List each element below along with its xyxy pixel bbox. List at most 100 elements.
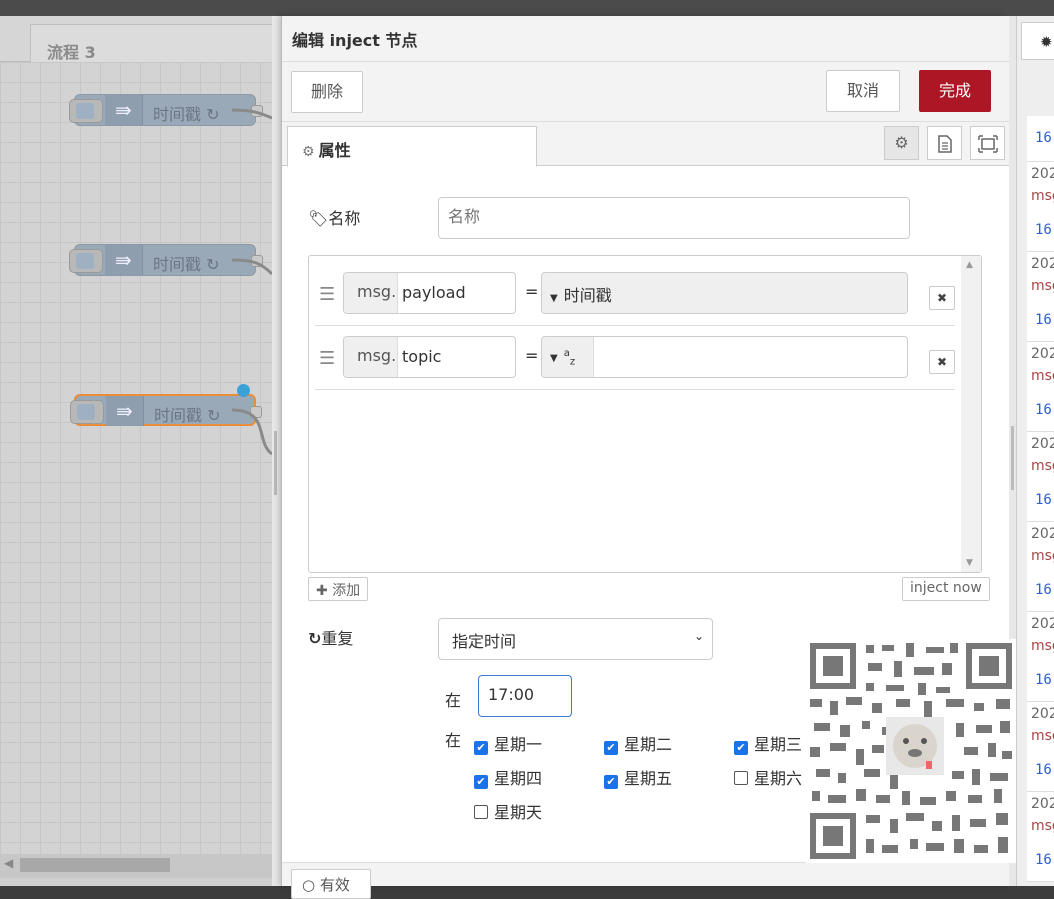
property-key: topic (402, 347, 442, 366)
settings-tab-icon[interactable]: ⚙ (884, 126, 919, 160)
property-row-payload: ☰ msg. payload = ▼ 时间戳 ✖ (315, 262, 955, 326)
debug-value: 16 (1035, 762, 1052, 778)
debug-date: 202 (1031, 706, 1054, 722)
checkbox[interactable] (734, 771, 748, 785)
debug-topic: msg (1031, 638, 1054, 654)
debug-topic: msg (1031, 368, 1054, 384)
remove-property-button[interactable]: ✖ (929, 350, 955, 374)
debug-value: 16 (1035, 492, 1052, 508)
tab-properties-label: 属性 (318, 141, 351, 160)
debug-message[interactable]: 16 (1027, 116, 1054, 162)
debug-message[interactable]: 202 msg 16 (1027, 792, 1054, 882)
checkbox[interactable] (474, 805, 488, 819)
debug-date: 202 (1031, 346, 1054, 362)
msg-prefix: msg. (344, 273, 398, 313)
editor-title: 编辑 inject 节点 (282, 16, 1010, 62)
property-value-field[interactable]: ▼ 时间戳 (541, 272, 908, 314)
checkbox[interactable]: ✔ (474, 741, 488, 755)
debug-sidebar: ✹ 16 202 msg 16 202 msg 16 202 msg 16 20… (1016, 16, 1054, 886)
enabled-label: 有效 (319, 876, 350, 894)
drag-handle-icon[interactable]: ☰ (319, 284, 335, 305)
scroll-left-icon[interactable]: ◀ (4, 856, 13, 870)
debug-date: 202 (1031, 166, 1054, 182)
repeat-row-label: ↻重复 (308, 625, 353, 649)
checkbox[interactable]: ✔ (734, 741, 748, 755)
chevron-down-icon: ⌄ (693, 629, 704, 643)
refresh-icon: ↻ (308, 629, 322, 648)
day-wednesday[interactable]: ✔ 星期三 (734, 731, 802, 755)
add-property-button[interactable]: ✚ 添加 (308, 577, 369, 601)
debug-topic: msg (1031, 188, 1054, 204)
scroll-thumb[interactable] (20, 858, 170, 872)
day-thursday[interactable]: ✔ 星期四 (474, 765, 542, 789)
property-key-field[interactable]: msg. topic (343, 336, 516, 378)
property-key: payload (402, 283, 466, 302)
qr-code-icon (806, 639, 1016, 863)
panel-resize-handle[interactable] (272, 16, 281, 886)
day-monday[interactable]: ✔ 星期一 (474, 731, 542, 755)
flow-tab[interactable]: 流程 3 (30, 24, 272, 62)
debug-date: 202 (1031, 616, 1054, 632)
debug-message[interactable]: 202 msg 16 (1027, 612, 1054, 702)
add-label: 添加 (332, 583, 361, 599)
gear-icon: ⚙ (302, 144, 315, 160)
day-saturday[interactable]: 星期六 (734, 765, 802, 789)
scroll-down-icon[interactable]: ▼ (966, 558, 973, 568)
checkbox[interactable]: ✔ (474, 775, 488, 789)
debug-value: 16 (1035, 582, 1052, 598)
equals-sign: = (525, 282, 539, 301)
debug-date: 202 (1031, 796, 1054, 812)
properties-scrollbar[interactable]: ▲ ▼ (961, 256, 981, 572)
horizontal-scrollbar[interactable]: ◀ (0, 854, 272, 878)
sidebar-tab[interactable]: ✹ (1021, 22, 1054, 60)
debug-message[interactable]: 202 msg 16 (1027, 252, 1054, 342)
day-label: 星期五 (624, 769, 673, 788)
day-friday[interactable]: ✔ 星期五 (604, 765, 672, 789)
debug-message[interactable]: 202 msg 16 (1027, 702, 1054, 792)
at-label: 在 (445, 691, 462, 710)
debug-message[interactable]: 202 msg 16 (1027, 432, 1054, 522)
debug-message[interactable]: 202 msg 16 (1027, 342, 1054, 432)
remove-property-button[interactable]: ✖ (929, 286, 955, 310)
name-input[interactable] (438, 197, 910, 239)
scroll-up-icon[interactable]: ▲ (966, 260, 973, 270)
type-select[interactable]: ▼ az (542, 337, 594, 377)
property-value-field[interactable]: ▼ az (541, 336, 908, 378)
debug-topic: msg (1031, 548, 1054, 564)
type-select[interactable]: ▼ 时间戳 (542, 273, 907, 313)
editor-tabs: ⚙ 属性 ⚙ (282, 122, 1010, 167)
done-button[interactable]: 完成 (919, 70, 991, 112)
debug-message[interactable]: 202 msg 16 (1027, 162, 1054, 252)
delete-button[interactable]: 删除 (291, 71, 363, 113)
drag-handle-icon[interactable]: ☰ (319, 348, 335, 369)
tab-properties[interactable]: ⚙ 属性 (287, 126, 537, 167)
flow-canvas[interactable]: ⇛ 时间戳 ↻ ⇛ 时间戳 ↻ ⇛ 时间戳 ↻ (0, 62, 272, 854)
repeat-value: 指定时间 (452, 632, 517, 651)
caret-down-icon: ▼ (550, 353, 558, 364)
property-key-field[interactable]: msg. payload (343, 272, 516, 314)
enabled-toggle-button[interactable]: ○ 有效 (291, 869, 371, 899)
day-tuesday[interactable]: ✔ 星期二 (604, 731, 672, 755)
debug-topic: msg (1031, 728, 1054, 744)
cancel-button[interactable]: 取消 (826, 70, 900, 112)
debug-topic: msg (1031, 278, 1054, 294)
repeat-select[interactable]: 指定时间 ⌄ (438, 618, 713, 660)
properties-list: ▲ ▼ ☰ msg. payload = ▼ 时间戳 ✖ ☰ msg. topi… (308, 255, 982, 573)
debug-value: 16 (1035, 222, 1052, 238)
debug-value: 16 (1035, 672, 1052, 688)
name-label: 名称 (328, 209, 361, 228)
inject-now-button[interactable]: inject now (902, 577, 990, 601)
checkbox[interactable]: ✔ (604, 775, 618, 789)
debug-topic: msg (1031, 458, 1054, 474)
debug-date: 202 (1031, 526, 1054, 542)
type-label: 时间戳 (563, 286, 612, 305)
time-input[interactable]: 17:00 (478, 675, 572, 717)
day-sunday[interactable]: 星期天 (474, 799, 542, 823)
editor-toolbar: 删除 取消 完成 (282, 62, 1010, 122)
repeat-label: 重复 (321, 629, 354, 648)
debug-message[interactable]: 202 msg 16 (1027, 522, 1054, 612)
debug-value: 16 (1035, 130, 1052, 146)
appearance-tab-icon[interactable] (970, 126, 1005, 160)
description-tab-icon[interactable] (927, 126, 962, 160)
checkbox[interactable]: ✔ (604, 741, 618, 755)
